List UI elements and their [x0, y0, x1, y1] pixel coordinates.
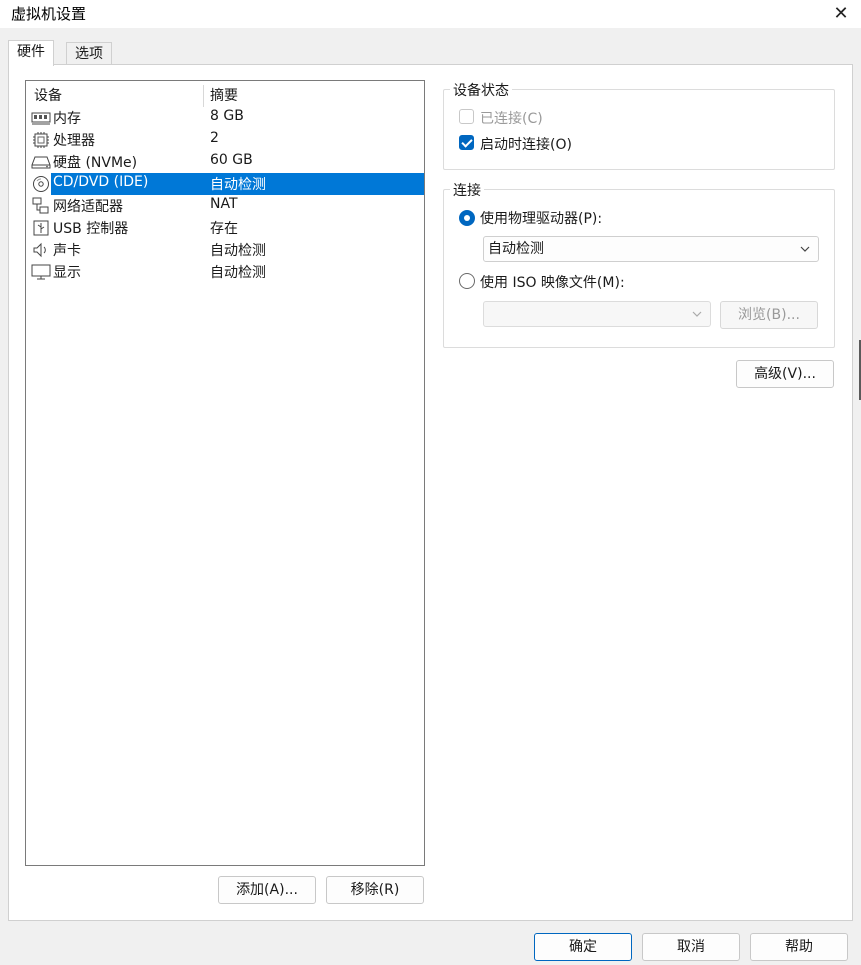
device-summary: 60 GB [210, 152, 253, 168]
usb-icon [31, 219, 51, 237]
close-icon: ✕ [833, 2, 849, 24]
cancel-button[interactable]: 取消 [642, 933, 740, 961]
device-list[interactable]: 设备 摘要 内存 8 GB 处理器 2 硬盘 (NVMe) 60 GB CD/D… [25, 80, 425, 866]
device-status-legend: 设备状态 [450, 80, 512, 100]
device-name: 硬盘 (NVMe) [53, 155, 138, 171]
device-summary: NAT [210, 196, 238, 212]
connect-on-start-checkbox[interactable] [459, 135, 474, 150]
connection-legend: 连接 [450, 180, 484, 200]
chevron-down-icon [690, 302, 704, 326]
device-summary: 自动检测 [210, 243, 266, 259]
column-divider[interactable] [203, 85, 204, 107]
physical-drive-select[interactable]: 自动检测 [483, 236, 819, 262]
device-row-usb[interactable]: USB 控制器 存在 [27, 217, 424, 239]
hard-disk-icon [31, 153, 51, 171]
device-summary: 存在 [210, 221, 238, 237]
tab-hardware[interactable]: 硬件 [8, 40, 54, 66]
device-name: 内存 [53, 111, 81, 127]
device-summary: 8 GB [210, 108, 244, 124]
device-summary: 2 [210, 130, 219, 146]
title-bar: 虚拟机设置 ✕ [0, 0, 861, 28]
cd-dvd-icon [31, 175, 51, 193]
chevron-down-icon [798, 237, 812, 261]
device-row-hard-disk[interactable]: 硬盘 (NVMe) 60 GB [27, 151, 424, 173]
iso-path-combo[interactable] [483, 301, 711, 327]
device-row-memory[interactable]: 内存 8 GB [27, 107, 424, 129]
advanced-button[interactable]: 高级(V)... [736, 360, 834, 388]
close-button[interactable]: ✕ [821, 0, 861, 26]
window-title: 虚拟机设置 [11, 5, 87, 23]
device-row-cd-dvd[interactable]: CD/DVD (IDE) 自动检测 [27, 173, 424, 195]
device-name: 显示 [53, 265, 81, 281]
device-status-group [443, 89, 835, 170]
device-row-network[interactable]: 网络适配器 NAT [27, 195, 424, 217]
tab-options-label: 选项 [75, 46, 103, 62]
device-name: 网络适配器 [53, 199, 123, 215]
device-row-processor[interactable]: 处理器 2 [27, 129, 424, 151]
connected-checkbox[interactable] [459, 109, 474, 124]
physical-drive-label: 使用物理驱动器(P): [480, 211, 603, 227]
device-name: CD/DVD (IDE) [53, 174, 149, 190]
physical-drive-radio[interactable] [459, 210, 475, 226]
tab-options[interactable]: 选项 [66, 42, 112, 66]
help-button[interactable]: 帮助 [750, 933, 848, 961]
memory-icon [31, 109, 51, 127]
ok-button[interactable]: 确定 [534, 933, 632, 961]
sound-icon [31, 241, 51, 259]
device-name: 声卡 [53, 243, 81, 259]
device-name: 处理器 [53, 133, 95, 149]
tab-strip: 硬件 选项 [8, 40, 853, 66]
add-device-button[interactable]: 添加(A)... [218, 876, 316, 904]
physical-drive-value: 自动检测 [488, 241, 544, 257]
connect-on-start-label: 启动时连接(O) [480, 137, 572, 153]
device-summary: 自动检测 [210, 265, 266, 281]
device-row-display[interactable]: 显示 自动检测 [27, 261, 424, 283]
iso-image-radio[interactable] [459, 273, 475, 289]
device-name: USB 控制器 [53, 221, 129, 237]
column-header-summary[interactable]: 摘要 [210, 85, 238, 105]
device-row-sound[interactable]: 声卡 自动检测 [27, 239, 424, 261]
connected-label: 已连接(C) [480, 111, 543, 127]
device-summary: 自动检测 [210, 177, 266, 193]
display-icon [31, 263, 51, 281]
processor-icon [31, 131, 51, 149]
iso-image-label: 使用 ISO 映像文件(M): [480, 275, 625, 291]
network-icon [31, 197, 51, 215]
tab-hardware-label: 硬件 [17, 44, 45, 60]
remove-device-button[interactable]: 移除(R) [326, 876, 424, 904]
column-header-device[interactable]: 设备 [34, 85, 62, 105]
browse-button[interactable]: 浏览(B)... [720, 301, 818, 329]
